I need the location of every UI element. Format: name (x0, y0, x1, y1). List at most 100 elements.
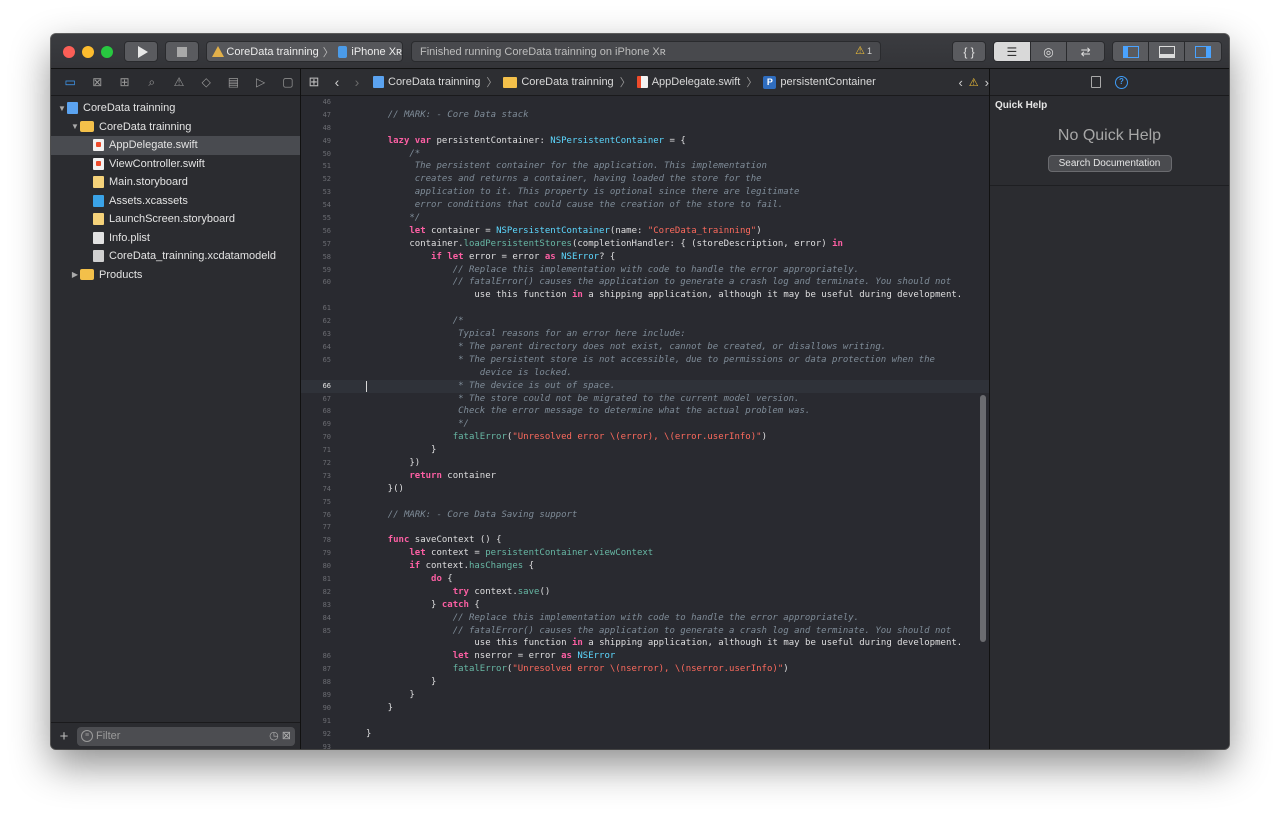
code-area[interactable]: 46 47 // MARK: - Core Data stack 48 49 lazy… (301, 96, 989, 749)
warning-icon[interactable]: ⚠ (969, 76, 979, 89)
code-line[interactable]: 84 // Replace this implementation with c… (301, 612, 989, 625)
close-window-button[interactable] (63, 46, 75, 58)
breadcrumb-file[interactable]: AppDelegate.swift 〉 (636, 74, 757, 90)
code-line[interactable]: 67 * The store could not be migrated to … (301, 393, 989, 406)
forward-button[interactable]: › (347, 74, 367, 90)
version-editor-button[interactable]: ⇄ (1067, 42, 1104, 61)
code-line[interactable]: 49 lazy var persistentContainer: NSPersi… (301, 135, 989, 148)
disclosure-closed-icon[interactable]: ▶ (70, 270, 80, 279)
code-line[interactable]: 51 The persistent container for the appl… (301, 160, 989, 173)
code-line[interactable]: 81 do { (301, 573, 989, 586)
code-line[interactable]: 82 try context.save() (301, 586, 989, 599)
code-line[interactable]: 75 (301, 496, 989, 509)
navigator-item[interactable]: AppDelegate.swift (51, 136, 300, 155)
code-line[interactable]: 87 fatalError("Unresolved error \(nserro… (301, 663, 989, 676)
code-line[interactable]: 91 (301, 715, 989, 728)
breadcrumb-symbol[interactable]: P persistentContainer (763, 75, 876, 89)
code-line[interactable]: 50 /* (301, 148, 989, 161)
code-line[interactable]: 83 } catch { (301, 599, 989, 612)
navigator-item[interactable]: Main.storyboard (51, 173, 300, 192)
issue-warning-icon[interactable]: ⚠ (167, 72, 191, 92)
clock-icon[interactable]: ◷ (269, 729, 279, 742)
related-items-icon[interactable]: ⊞ (301, 74, 327, 90)
quick-help-icon[interactable]: ? (1115, 75, 1128, 89)
code-line[interactable]: 69 */ (301, 418, 989, 431)
code-line[interactable]: 89 } (301, 689, 989, 702)
code-line[interactable]: 62 /* (301, 315, 989, 328)
code-line[interactable]: 53 application to it. This property is o… (301, 186, 989, 199)
code-line[interactable]: 48 (301, 122, 989, 135)
code-line[interactable]: 55 */ (301, 212, 989, 225)
code-line[interactable]: 74 }() (301, 483, 989, 496)
code-line[interactable]: 76 // MARK: - Core Data Saving support (301, 509, 989, 522)
code-line[interactable]: 88 } (301, 676, 989, 689)
code-line[interactable]: 93 (301, 741, 989, 749)
breakpoint-icon[interactable]: ▷ (249, 72, 273, 92)
navigator-item[interactable]: ▶ Products (51, 266, 300, 285)
code-line[interactable]: 46 (301, 96, 989, 109)
activity-viewer[interactable]: Finished running CoreData trainning on i… (411, 41, 881, 62)
run-button[interactable] (124, 41, 158, 62)
navigator-item[interactable]: LaunchScreen.storyboard (51, 210, 300, 229)
test-diamond-icon[interactable]: ◇ (194, 72, 218, 92)
navigator-item[interactable]: Assets.xcassets (51, 192, 300, 211)
disclosure-open-icon[interactable]: ▼ (70, 122, 80, 131)
code-line[interactable]: 85 // fatalError() causes the applicatio… (301, 625, 989, 651)
code-line[interactable]: 47 // MARK: - Core Data stack (301, 109, 989, 122)
code-line[interactable]: 71 } (301, 444, 989, 457)
breadcrumb-project[interactable]: CoreData trainning 〉 (373, 74, 497, 90)
vertical-scrollbar[interactable] (980, 395, 986, 642)
scheme-selector[interactable]: CoreData trainning 〉 iPhone Xʀ (206, 41, 403, 62)
toggle-debug-area-button[interactable] (1149, 42, 1185, 61)
assistant-editor-button[interactable]: ◎ (1030, 42, 1068, 61)
code-line[interactable]: 63 Typical reasons for an error here inc… (301, 328, 989, 341)
code-line[interactable]: 57 container.loadPersistentStores(comple… (301, 238, 989, 251)
back-button[interactable]: ‹ (327, 74, 347, 90)
breadcrumb-group[interactable]: CoreData trainning 〉 (503, 74, 631, 90)
file-inspector-icon[interactable] (1091, 76, 1101, 88)
code-line[interactable]: 70 fatalError("Unresolved error \(error)… (301, 431, 989, 444)
navigator-item[interactable]: ▼ CoreData trainning (51, 99, 300, 118)
toggle-navigator-button[interactable] (1113, 42, 1149, 61)
minimize-window-button[interactable] (82, 46, 94, 58)
add-file-button[interactable]: + (51, 728, 77, 745)
zoom-window-button[interactable] (101, 46, 113, 58)
standard-editor-button[interactable]: ☰ (994, 42, 1031, 61)
library-button[interactable]: { } (953, 42, 985, 61)
code-line[interactable]: 58 if let error = error as NSError? { (301, 251, 989, 264)
code-line[interactable]: 68 Check the error message to determine … (301, 405, 989, 418)
code-line[interactable]: 54 error conditions that could cause the… (301, 199, 989, 212)
navigator-item[interactable]: CoreData_trainning.xcdatamodeld (51, 247, 300, 266)
code-line[interactable]: 60 // fatalError() causes the applicatio… (301, 276, 989, 302)
stop-button[interactable] (165, 41, 199, 62)
code-line[interactable]: 52 creates and returns a container, havi… (301, 173, 989, 186)
code-line[interactable]: 56 let container = NSPersistentContainer… (301, 225, 989, 238)
search-icon[interactable]: ⌕ (140, 72, 164, 92)
code-line[interactable]: 92} (301, 728, 989, 741)
warning-indicator[interactable]: ⚠ 1 (855, 44, 872, 57)
folder-icon[interactable]: ▭ (58, 72, 82, 92)
report-icon[interactable]: ▢ (276, 72, 300, 92)
code-line[interactable]: 64 * The parent directory does not exist… (301, 341, 989, 354)
filter-input[interactable]: ≡ Filter ◷ ⊠ (77, 726, 295, 746)
code-line[interactable]: 78 func saveContext () { (301, 534, 989, 547)
code-line[interactable]: 65 * The persistent store is not accessi… (301, 354, 989, 380)
code-line[interactable]: 61 (301, 302, 989, 315)
source-control-icon[interactable]: ⊠ (85, 72, 109, 92)
code-line[interactable]: 73 return container (301, 470, 989, 483)
scm-filter-icon[interactable]: ⊠ (282, 729, 291, 742)
code-line[interactable]: 59 // Replace this implementation with c… (301, 264, 989, 277)
code-line[interactable]: 72 }) (301, 457, 989, 470)
code-line[interactable]: 79 let context = persistentContainer.vie… (301, 547, 989, 560)
navigator-item[interactable]: Info.plist (51, 229, 300, 248)
navigator-item[interactable]: ViewController.swift (51, 155, 300, 174)
code-line[interactable]: 90 } (301, 702, 989, 715)
code-line[interactable]: 86 let nserror = error as NSError (301, 650, 989, 663)
search-documentation-button[interactable]: Search Documentation (1047, 155, 1172, 172)
symbol-hierarchy-icon[interactable]: ⊞ (112, 72, 136, 92)
disclosure-open-icon[interactable]: ▼ (57, 104, 67, 113)
debug-gauge-icon[interactable]: ▤ (221, 72, 245, 92)
code-line[interactable]: 66 * The device is out of space. (301, 379, 989, 393)
navigator-item[interactable]: ▼ CoreData trainning (51, 118, 300, 137)
previous-issue-button[interactable]: ‹ (958, 75, 962, 90)
